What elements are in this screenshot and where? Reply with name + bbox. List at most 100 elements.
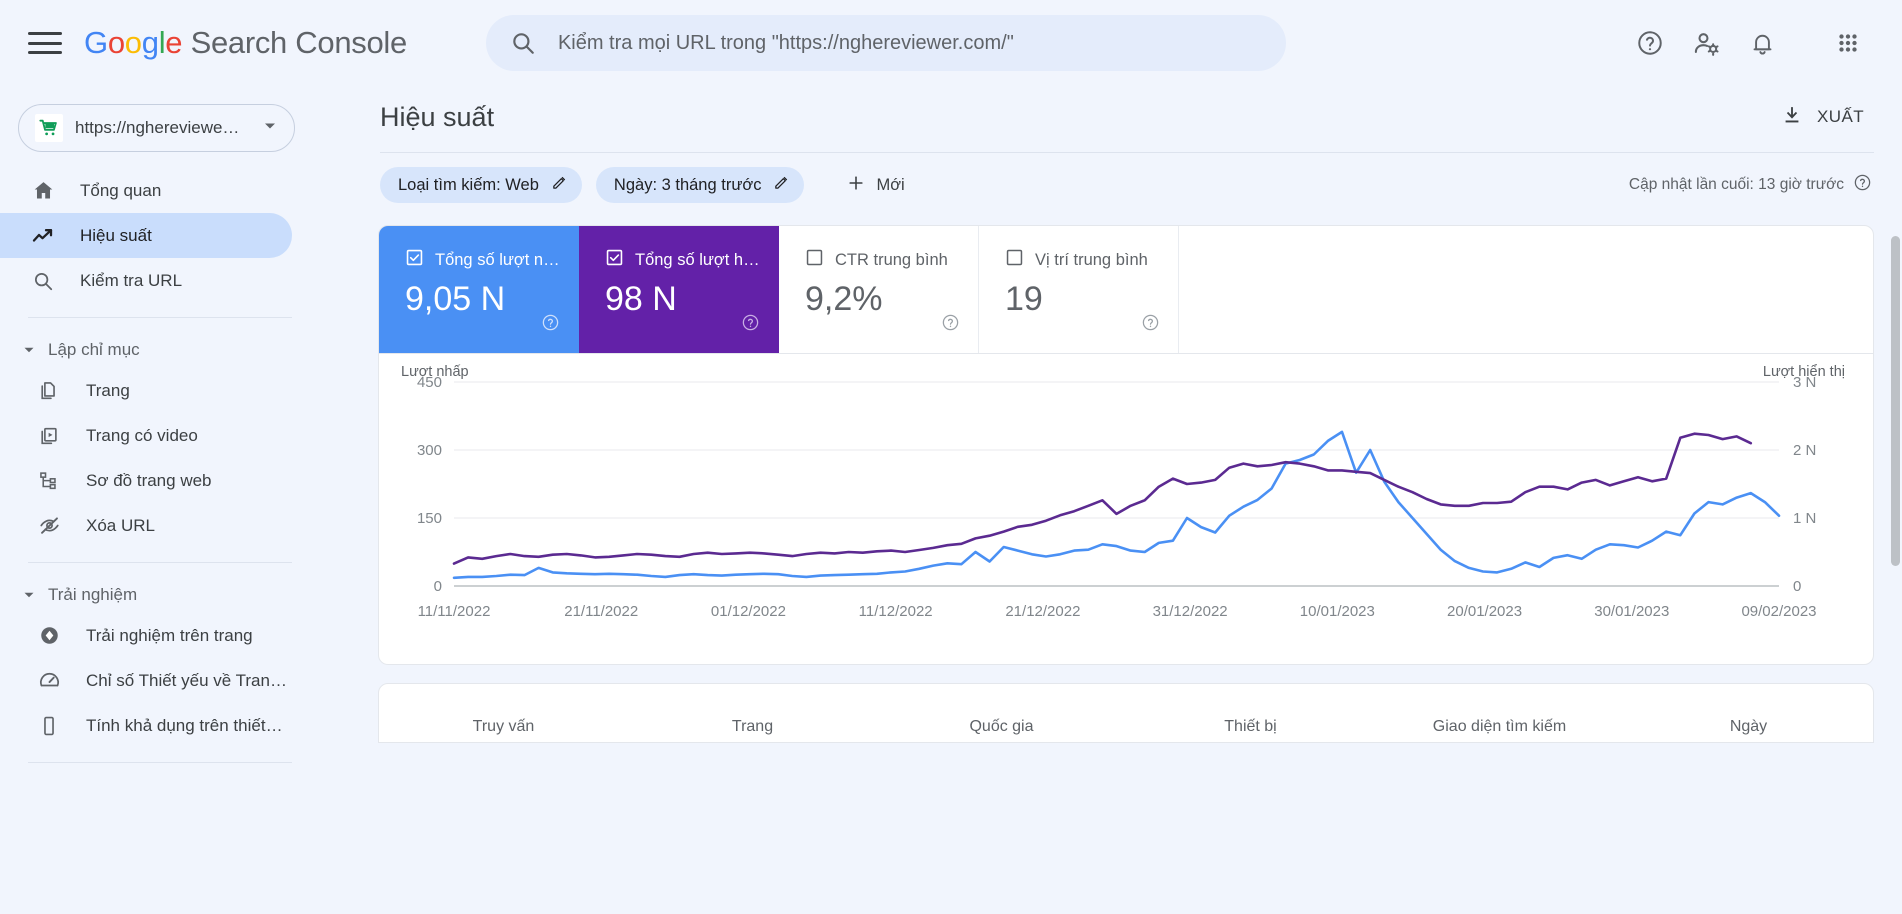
last-updated-label: Cập nhật lần cuối: 13 giờ trước [1628,176,1844,193]
svg-text:450: 450 [417,374,442,391]
checkbox-unchecked-icon[interactable] [805,248,824,272]
help-circle-icon[interactable] [741,313,760,337]
sidebar: https://nghereviewe… Tổng quan Hiệu suất [0,86,370,914]
main-content: Hiệu suất XUẤT Loại tìm kiếm: Web Ngày: … [370,86,1902,914]
sidebar-item-page-experience[interactable]: Trải nghiệm trên trang [0,613,292,658]
filter-chip-label: Loại tìm kiếm: Web [398,175,539,194]
tab-devices[interactable]: Thiết bị [1126,718,1375,742]
filter-bar: Loại tìm kiếm: Web Ngày: 3 tháng trước M… [370,153,1902,217]
dimension-tabs: Truy vấn Trang Quốc gia Thiết bị Giao di… [378,683,1874,743]
metric-value: 9,05 N [405,280,506,318]
hamburger-icon[interactable] [28,30,62,56]
checkbox-checked-icon[interactable] [605,248,624,272]
sidebar-item-core-web-vitals[interactable]: Chỉ số Thiết yếu về Tran… [0,658,292,703]
tab-pages[interactable]: Trang [628,718,877,742]
help-circle-icon[interactable] [1141,313,1160,337]
last-updated: Cập nhật lần cuối: 13 giờ trước [1629,173,1902,197]
svg-text:01/12/2022: 01/12/2022 [711,603,786,620]
checkbox-checked-icon[interactable] [405,248,424,272]
sidebar-group-label: Lập chỉ mục [48,340,140,359]
sidebar-item-label: Trang [86,380,130,400]
filter-chip-search-type[interactable]: Loại tìm kiếm: Web [380,167,582,203]
sidebar-item-removals[interactable]: Xóa URL [0,503,292,548]
sidebar-item-sitemaps[interactable]: Sơ đồ trang web [0,458,292,503]
help-circle-icon[interactable] [941,313,960,337]
sidebar-item-pages[interactable]: Trang [0,368,292,413]
svg-text:0: 0 [434,578,442,595]
page-experience-icon [34,624,64,647]
sidebar-item-label: Tổng quan [80,180,162,200]
sidebar-item-performance[interactable]: Hiệu suất [0,213,292,258]
sidebar-group-experience[interactable]: Trải nghiệm [22,577,370,613]
tab-queries[interactable]: Truy vấn [379,718,628,742]
eye-off-icon [34,514,64,537]
add-filter-button[interactable]: Mới [834,167,916,203]
user-settings-icon[interactable] [1680,17,1732,69]
sidebar-item-mobile-usability[interactable]: Tính khả dụng trên thiết… [0,703,292,748]
google-wordmark: Google [84,25,183,60]
metric-value: 19 [1005,280,1043,318]
sitemap-icon [34,470,64,492]
export-label: XUẤT [1817,107,1864,126]
notifications-bell-icon[interactable] [1736,17,1788,69]
apps-grid-icon[interactable] [1822,17,1874,69]
sidebar-divider [28,317,292,318]
sidebar-divider [28,562,292,563]
filter-chip-date[interactable]: Ngày: 3 tháng trước [595,167,805,203]
sidebar-group-indexing[interactable]: Lập chỉ mục [22,332,370,368]
metric-label: Vị trí trung bình [1035,250,1148,269]
performance-chart: Lượt nhấp Lượt hiển thị 0 150 300 450 0 1 N2 … [379,354,1873,664]
tab-countries[interactable]: Quốc gia [877,718,1126,742]
page-title: Hiệu suất [380,101,495,132]
sidebar-item-label: Trang có video [86,425,198,445]
metric-cards: Tổng số lượt nh… 9,05 N Tổng số lượt hiể… [379,226,1873,354]
property-selector[interactable]: https://nghereviewe… [18,104,295,152]
tab-dates[interactable]: Ngày [1624,718,1873,742]
sidebar-group-label: Trải nghiệm [48,585,138,604]
app-logo: Google Search Console [84,25,407,61]
metric-card-average-ctr[interactable]: CTR trung bình 9,2% [779,226,979,353]
svg-text:31/12/2022: 31/12/2022 [1153,603,1228,620]
sidebar-item-video-pages[interactable]: Trang có video [0,413,292,458]
search-placeholder: Kiểm tra mọi URL trong "https://ngherevi… [557,31,1014,54]
sidebar-item-label: Kiểm tra URL [80,270,183,290]
property-label: https://nghereviewe… [75,118,240,137]
metric-card-total-impressions[interactable]: Tổng số lượt hiể… 98 N [579,226,779,353]
performance-panel: Tổng số lượt nh… 9,05 N Tổng số lượt hiể… [378,225,1874,665]
sidebar-item-url-inspection[interactable]: Kiểm tra URL [0,258,292,303]
pages-icon [34,380,64,402]
metric-card-average-position[interactable]: Vị trí trung bình 19 [979,226,1179,353]
page-scrollbar[interactable] [1888,86,1902,914]
svg-text:09/02/2023: 09/02/2023 [1741,603,1816,620]
export-button[interactable]: XUẤT [1781,104,1864,131]
checkbox-unchecked-icon[interactable] [1005,248,1024,272]
help-circle-icon[interactable] [1853,173,1872,197]
sidebar-item-label: Tính khả dụng trên thiết… [86,715,283,735]
scrollbar-thumb[interactable] [1891,236,1900,566]
svg-text:0: 0 [1793,578,1801,595]
top-icon-group [1624,17,1902,69]
search-input[interactable]: Kiểm tra mọi URL trong "https://ngherevi… [485,15,1286,71]
help-icon[interactable] [1624,17,1676,69]
metric-card-total-clicks[interactable]: Tổng số lượt nh… 9,05 N [379,226,579,353]
svg-text:300: 300 [417,442,442,459]
download-icon [1781,104,1803,131]
sidebar-item-label: Hiệu suất [80,225,152,245]
metric-label: CTR trung bình [835,250,948,269]
mobile-device-icon [34,715,64,737]
help-circle-icon[interactable] [541,313,560,337]
caret-down-icon [22,343,36,357]
metric-label: Tổng số lượt hiể… [635,250,760,269]
tab-search-appearance[interactable]: Giao diện tìm kiếm [1375,718,1624,742]
svg-text:30/01/2023: 30/01/2023 [1594,603,1669,620]
add-filter-label: Mới [876,175,905,194]
sidebar-item-overview[interactable]: Tổng quan [0,168,292,213]
trending-up-icon [28,224,58,248]
metric-filler [1179,226,1873,353]
pencil-icon [551,174,568,196]
svg-text:11/11/2022: 11/11/2022 [418,603,491,620]
svg-text:1 N: 1 N [1793,510,1816,527]
video-page-icon [34,425,64,447]
sidebar-item-label: Xóa URL [86,515,155,535]
svg-text:21/11/2022: 21/11/2022 [564,603,638,620]
